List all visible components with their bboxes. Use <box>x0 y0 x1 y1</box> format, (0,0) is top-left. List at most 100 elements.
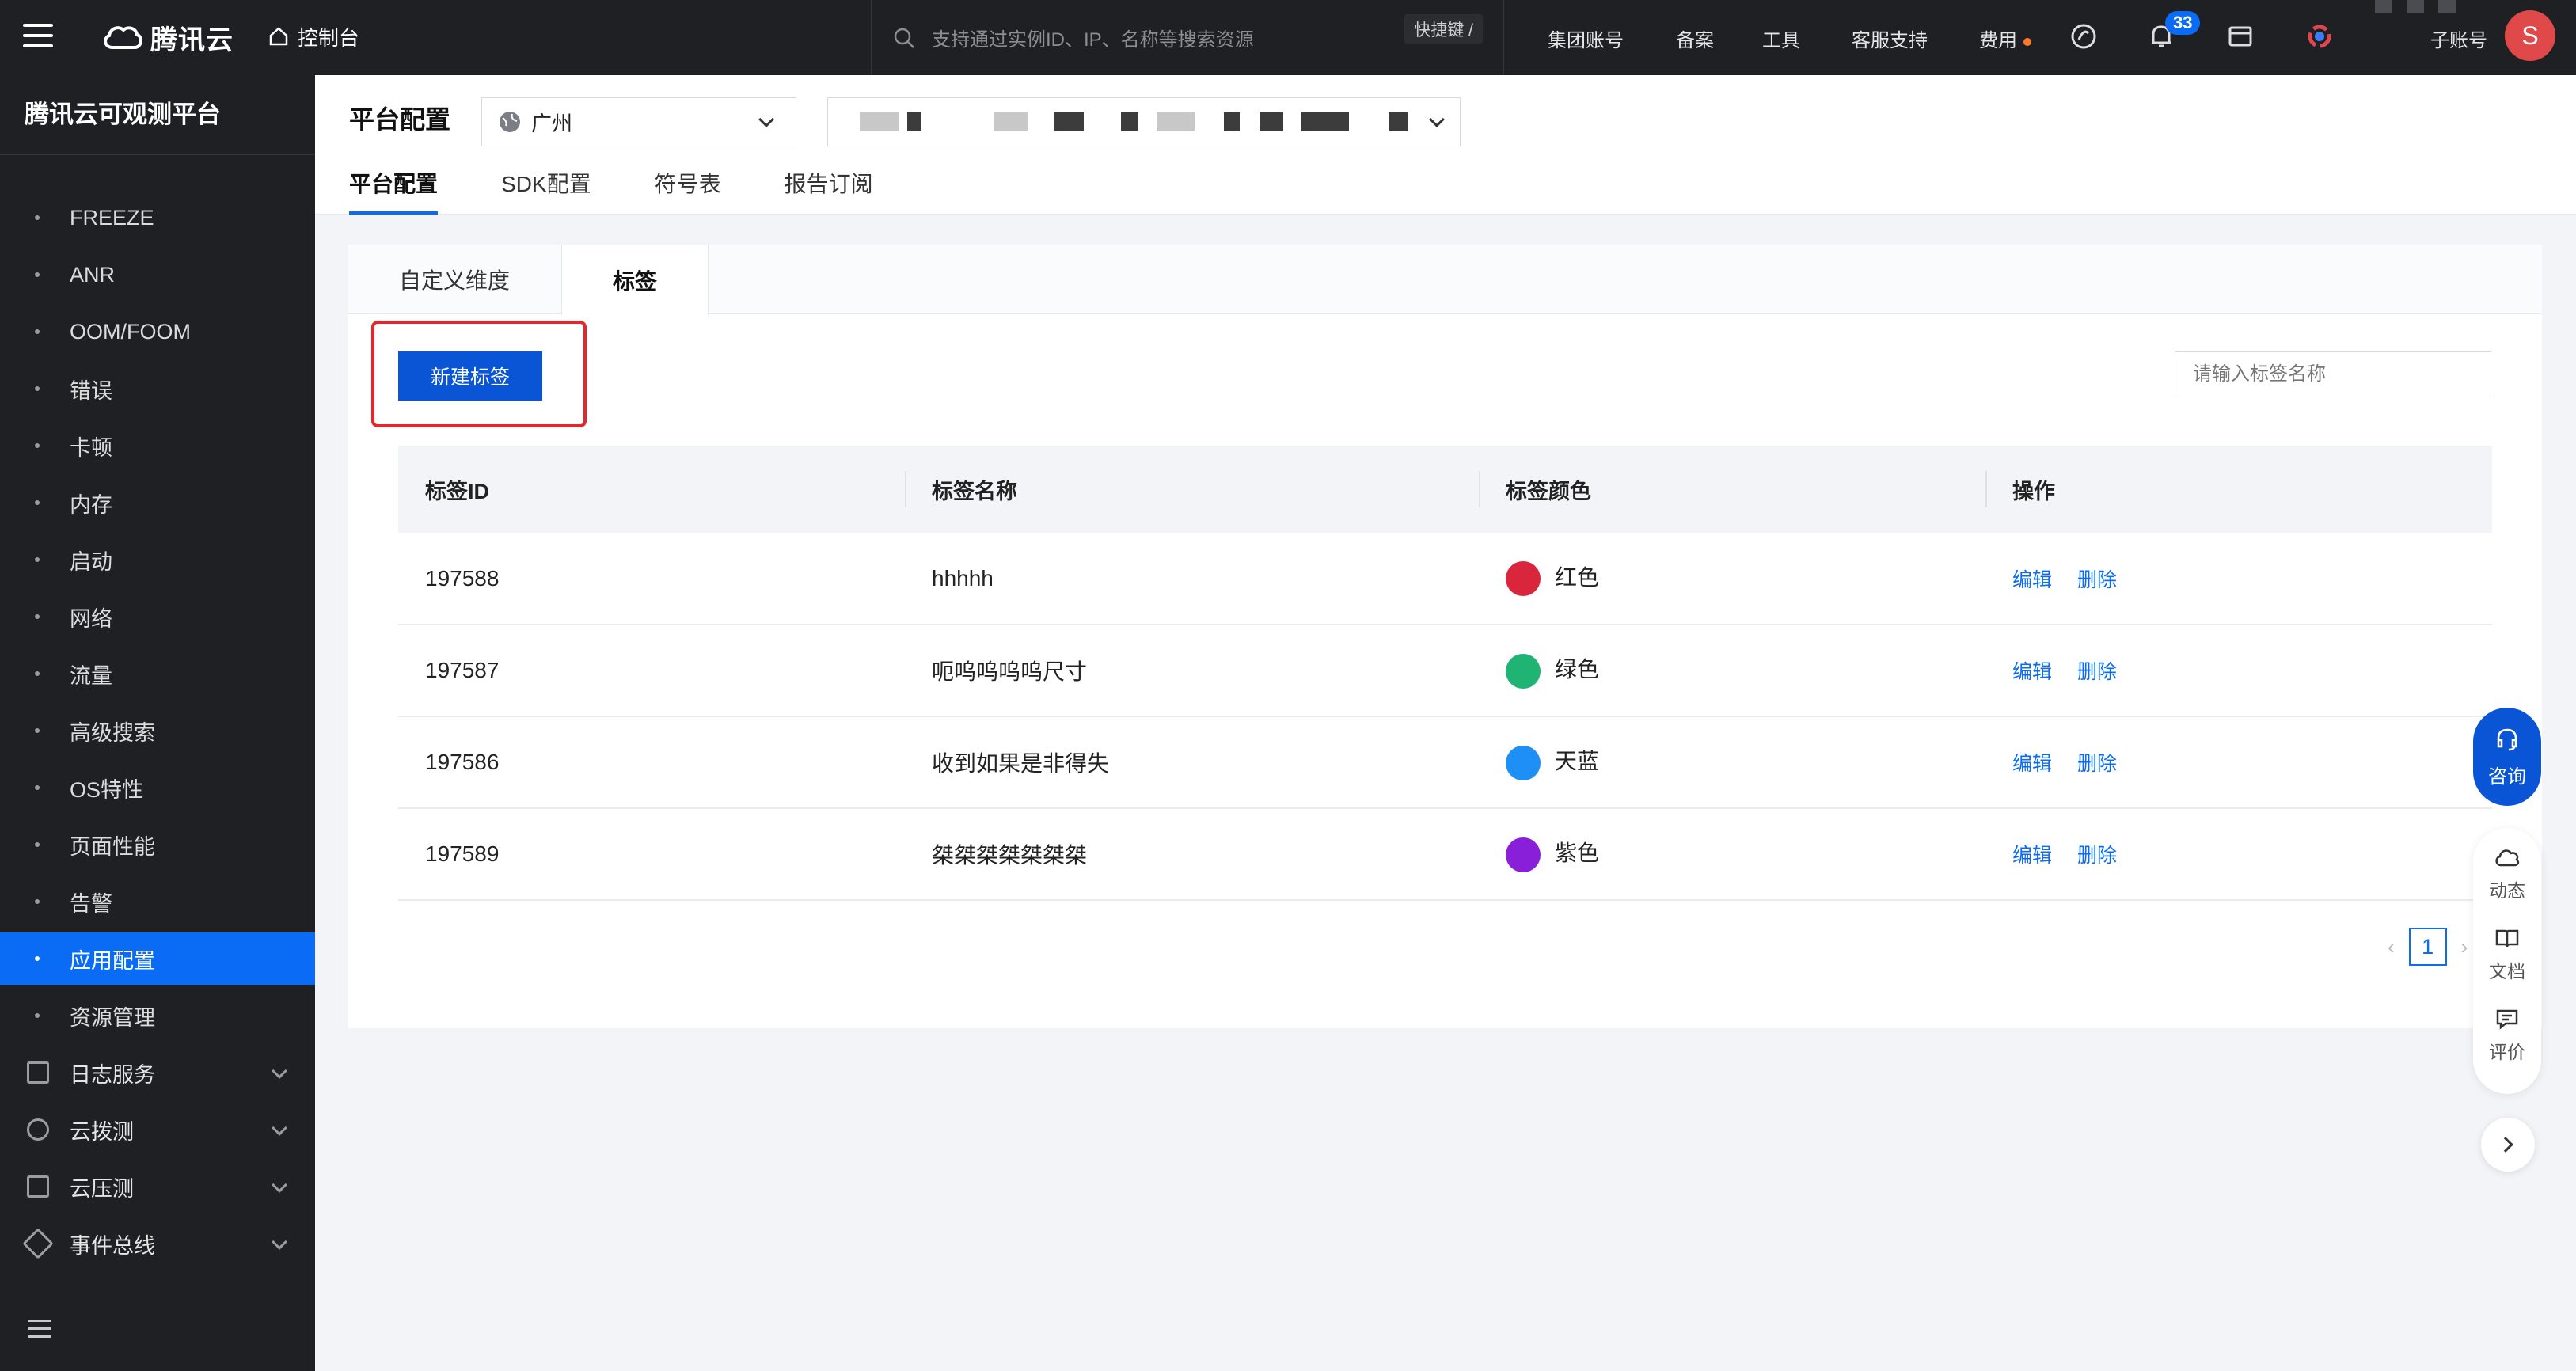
column-header-actions: 操作 <box>1985 446 2492 533</box>
sidebar-item-label: 内存 <box>70 492 112 517</box>
actions-cell: 编辑 删除 <box>1985 533 2492 625</box>
news-label: 动态 <box>2489 880 2525 901</box>
region-select[interactable]: 广州 <box>481 97 796 146</box>
billing-label: 费用 <box>1979 30 2017 51</box>
tag-color-name: 绿色 <box>1555 657 1600 682</box>
comment-icon <box>2496 1009 2518 1030</box>
nav-tools[interactable]: 工具 <box>1762 25 1800 52</box>
tag-name: 呃呜呜呜呜尺寸 <box>905 625 1479 717</box>
redacted-text <box>1157 112 1195 131</box>
tag-name: 桀桀桀桀桀桀桀 <box>905 808 1479 901</box>
sidebar-group-event-bus[interactable]: 事件总线 <box>0 1217 315 1270</box>
edit-link[interactable]: 编辑 <box>2012 569 2052 591</box>
edit-link[interactable]: 编辑 <box>2012 845 2052 867</box>
sidebar-item-label: OS特性 <box>70 777 144 802</box>
page-header: 平台配置 广州 平台配置 SDK配置 符号表 报告订阅 <box>315 75 2576 215</box>
news-button[interactable]: 动态 <box>2489 845 2525 902</box>
column-header-tag-id: 标签ID <box>398 446 905 533</box>
sidebar-item-anr[interactable]: ANR <box>0 249 315 301</box>
sidebar-group-dial-test[interactable]: 云拨测 <box>0 1103 315 1156</box>
subtab-tags[interactable]: 标签 <box>561 245 709 315</box>
tag-search-input[interactable] <box>2175 351 2491 397</box>
sidebar-item-error[interactable]: 错误 <box>0 363 315 415</box>
account-name[interactable]: 子账号 <box>2430 25 2487 52</box>
tab-symbol-table[interactable]: 符号表 <box>655 164 721 215</box>
nav-filing[interactable]: 备案 <box>1676 25 1714 52</box>
redacted-text <box>1301 112 1349 131</box>
app-switcher-icon[interactable] <box>2304 21 2335 52</box>
sidebar-group-label: 云压测 <box>70 1176 134 1201</box>
sidebar-item-resource-management[interactable]: 资源管理 <box>0 989 315 1042</box>
pagination: ‹ 1 › <box>2388 926 2468 967</box>
sidebar-item-oom[interactable]: OOM/FOOM <box>0 306 315 358</box>
tab-report-subscription[interactable]: 报告订阅 <box>785 164 873 215</box>
sidebar-item-lag[interactable]: 卡顿 <box>0 420 315 472</box>
tag-id: 197589 <box>398 808 905 901</box>
sidebar-group-label: 日志服务 <box>70 1062 155 1087</box>
page-number[interactable]: 1 <box>2408 928 2447 966</box>
nav-group-account[interactable]: 集团账号 <box>1548 25 1624 52</box>
avatar[interactable]: S <box>2505 10 2555 61</box>
sidebar-item-network[interactable]: 网络 <box>0 591 315 643</box>
sidebar-item-label: 错误 <box>70 378 112 403</box>
book-icon <box>2495 929 2519 948</box>
sidebar-item-alerts[interactable]: 告警 <box>0 875 315 928</box>
sidebar-item-launch[interactable]: 启动 <box>0 534 315 586</box>
consult-button[interactable]: 咨询 <box>2473 708 2541 806</box>
delete-link[interactable]: 删除 <box>2077 845 2117 867</box>
chevron-right-icon <box>2498 1137 2513 1153</box>
tencent-cloud-logo[interactable]: 腾讯云 <box>101 17 234 57</box>
nav-billing[interactable]: 费用 <box>1979 25 2031 52</box>
sidebar-item-label: ANR <box>70 262 116 287</box>
globe-icon <box>500 112 520 132</box>
edit-link[interactable]: 编辑 <box>2012 753 2052 775</box>
console-label: 控制台 <box>298 25 360 50</box>
delete-link[interactable]: 删除 <box>2077 569 2117 591</box>
sidebar-item-label: OOM/FOOM <box>70 319 191 344</box>
global-search[interactable]: 支持通过实例ID、IP、名称等搜索资源 快捷键 / <box>871 0 1504 75</box>
delete-link[interactable]: 删除 <box>2077 753 2117 775</box>
sidebar-group-log-service[interactable]: 日志服务 <box>0 1046 315 1099</box>
sidebar-item-advanced-search[interactable]: 高级搜索 <box>0 704 315 757</box>
sidebar-item-page-performance[interactable]: 页面性能 <box>0 818 315 871</box>
miniprogram-icon[interactable] <box>2068 21 2099 52</box>
table-row: 197588 hhhhh 红色 编辑 删除 <box>398 533 2492 625</box>
console-link[interactable]: 控制台 <box>268 22 359 51</box>
prev-page-icon[interactable]: ‹ <box>2388 935 2395 959</box>
tag-config-card: 自定义维度 标签 新建标签 标签ID 标签名称 标签颜色 操作 197588 h… <box>348 245 2542 1028</box>
sidebar-item-label: 高级搜索 <box>70 720 155 745</box>
feedback-button[interactable]: 评价 <box>2489 1007 2525 1064</box>
nav-support[interactable]: 客服支持 <box>1852 25 1928 52</box>
shortcut-hint: 快捷键 / <box>1404 14 1483 44</box>
sidebar-group-load-test[interactable]: 云压测 <box>0 1160 315 1213</box>
redacted-text <box>1389 112 1408 131</box>
next-page-icon[interactable]: › <box>2461 935 2468 959</box>
sidebar-item-traffic[interactable]: 流量 <box>0 648 315 700</box>
region-value: 广州 <box>531 111 573 135</box>
expand-tools-button[interactable] <box>2481 1118 2535 1172</box>
home-icon <box>269 27 288 46</box>
app-select[interactable] <box>827 97 1461 146</box>
docs-button[interactable]: 文档 <box>2489 926 2525 983</box>
log-icon <box>27 1061 49 1084</box>
tab-sdk-config[interactable]: SDK配置 <box>501 164 591 215</box>
collapse-sidebar-icon[interactable] <box>28 1320 51 1343</box>
delete-link[interactable]: 删除 <box>2077 661 2117 683</box>
workbench-icon[interactable] <box>2225 21 2256 52</box>
edit-link[interactable]: 编辑 <box>2012 661 2052 683</box>
chart-icon <box>27 1175 49 1198</box>
sidebar-item-os-features[interactable]: OS特性 <box>0 761 315 814</box>
sidebar-item-app-config[interactable]: 应用配置 <box>0 932 315 985</box>
chevron-down-icon <box>272 1177 287 1193</box>
redacted-text <box>1260 112 1283 131</box>
subtab-custom-dimension[interactable]: 自定义维度 <box>348 245 561 314</box>
hamburger-menu-icon[interactable] <box>23 24 53 47</box>
tag-color-name: 紫色 <box>1555 841 1600 866</box>
window-controls <box>2375 0 2456 13</box>
sidebar-item-freeze[interactable]: FREEZE <box>0 192 315 244</box>
sidebar-item-memory[interactable]: 内存 <box>0 477 315 529</box>
tag-table: 标签ID 标签名称 标签颜色 操作 197588 hhhhh 红色 编辑 删除 1… <box>398 446 2492 901</box>
new-tag-button[interactable]: 新建标签 <box>398 351 542 401</box>
redacted-text <box>1224 112 1240 131</box>
tab-platform-config[interactable]: 平台配置 <box>349 164 439 215</box>
